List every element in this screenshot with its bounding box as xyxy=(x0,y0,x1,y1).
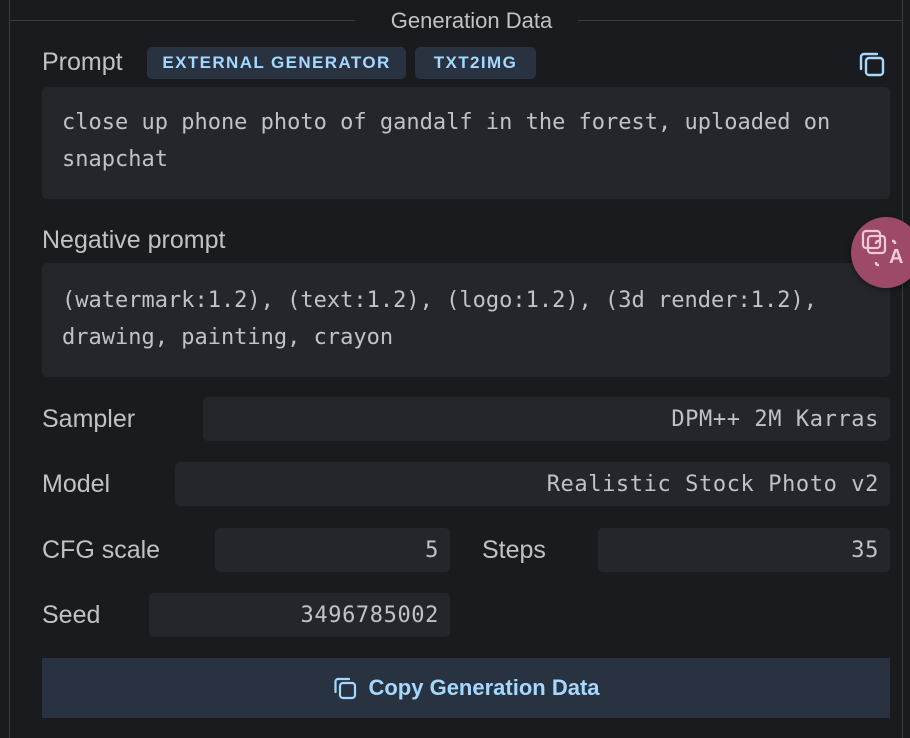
steps-value[interactable]: 35 xyxy=(598,528,890,572)
negative-prompt-label: Negative prompt xyxy=(42,226,226,254)
negative-prompt-text[interactable]: (watermark:1.2), (text:1.2), (logo:1.2),… xyxy=(42,263,890,377)
divider-line-right xyxy=(578,20,902,21)
cfg-scale-label: CFG scale xyxy=(42,536,161,564)
prompt-label: Prompt xyxy=(42,48,123,76)
panel-left-border xyxy=(9,0,10,738)
steps-label: Steps xyxy=(482,536,546,564)
divider-line-left xyxy=(10,20,355,21)
copy-generation-data-button[interactable]: Copy Generation Data xyxy=(42,658,890,718)
cfg-scale-value[interactable]: 5 xyxy=(215,528,450,572)
sampler-label: Sampler xyxy=(42,405,136,433)
badge-txt2img: TXT2IMG xyxy=(415,47,536,79)
sampler-value[interactable]: DPM++ 2M Karras xyxy=(203,397,890,441)
copy-icon xyxy=(859,52,885,77)
section-title: Generation Data xyxy=(390,8,553,33)
copy-generation-data-label: Copy Generation Data xyxy=(368,675,600,700)
seed-value[interactable]: 3496785002 xyxy=(149,593,450,637)
seed-label: Seed xyxy=(42,601,101,629)
model-label: Model xyxy=(42,470,111,498)
section-divider: Generation Data xyxy=(10,8,902,36)
prompt-text[interactable]: close up phone photo of gandalf in the f… xyxy=(42,87,890,199)
copy-prompt-button[interactable] xyxy=(858,50,886,83)
panel-right-border xyxy=(902,0,903,738)
model-value[interactable]: Realistic Stock Photo v2 xyxy=(175,462,890,506)
badge-external-generator: EXTERNAL GENERATOR xyxy=(147,47,406,79)
copy-icon xyxy=(334,677,357,700)
svg-text:A: A xyxy=(889,246,903,268)
